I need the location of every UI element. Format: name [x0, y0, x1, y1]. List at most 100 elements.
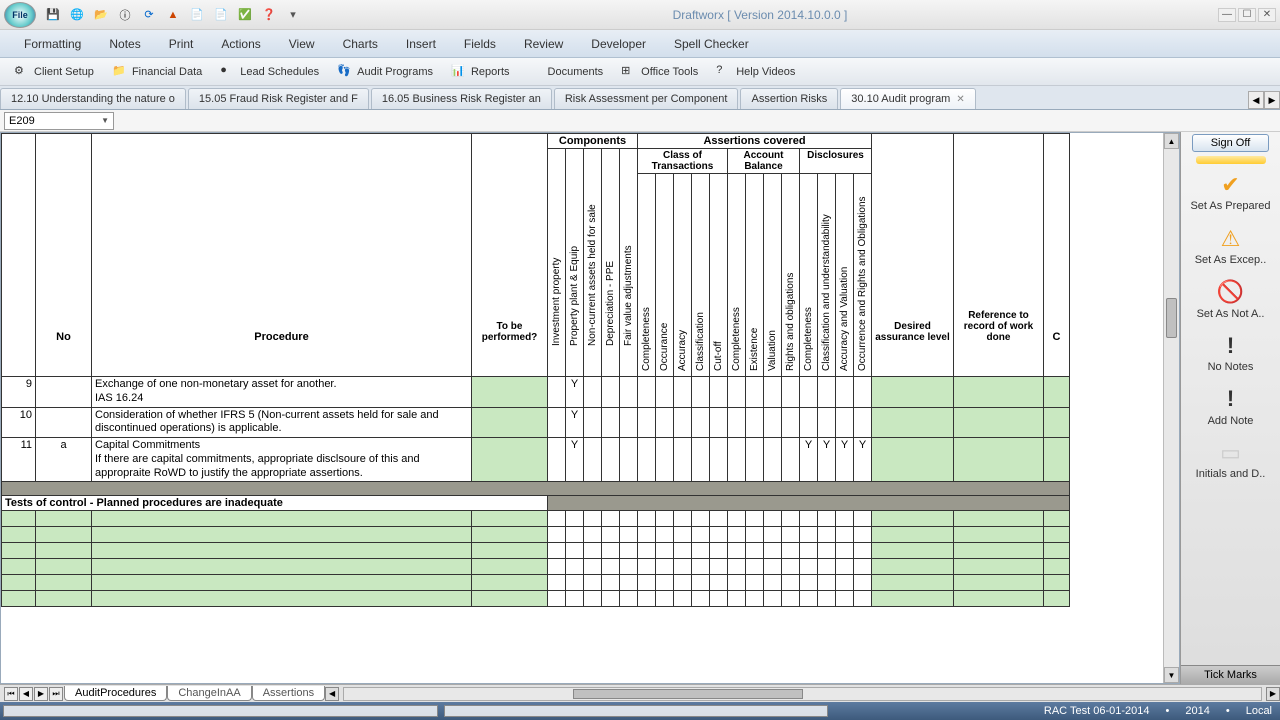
- folder-icon[interactable]: 📂: [92, 6, 110, 24]
- table-row[interactable]: [2, 591, 1070, 607]
- scroll-down-arrow[interactable]: ▼: [1164, 667, 1179, 683]
- scroll-thumb[interactable]: [1166, 298, 1177, 338]
- minimize-button[interactable]: —: [1218, 8, 1236, 22]
- doc2-icon[interactable]: 📄: [212, 6, 230, 24]
- table-row[interactable]: [2, 511, 1070, 527]
- scroll-up-arrow[interactable]: ▲: [1164, 133, 1179, 149]
- tool-client-setup[interactable]: ⚙Client Setup: [6, 61, 102, 83]
- component-cell[interactable]: [584, 377, 602, 408]
- menu-actions[interactable]: Actions: [207, 33, 274, 55]
- reference-cell[interactable]: [954, 407, 1044, 438]
- file-menu-button[interactable]: File: [4, 2, 36, 28]
- menu-developer[interactable]: Developer: [577, 33, 660, 55]
- table-row[interactable]: [2, 575, 1070, 591]
- cot-cell[interactable]: [692, 438, 710, 482]
- ab-cell[interactable]: [764, 407, 782, 438]
- menu-formatting[interactable]: Formatting: [10, 33, 95, 55]
- disc-cell[interactable]: [818, 407, 836, 438]
- sheet-nav-next[interactable]: ▶: [34, 687, 48, 701]
- ab-cell[interactable]: [764, 377, 782, 408]
- disc-cell[interactable]: [836, 407, 854, 438]
- tool-office-tools[interactable]: ⊞Office Tools: [613, 61, 706, 83]
- disc-cell[interactable]: Y: [818, 438, 836, 482]
- menu-charts[interactable]: Charts: [329, 33, 392, 55]
- ab-cell[interactable]: [746, 407, 764, 438]
- ab-cell[interactable]: [782, 438, 800, 482]
- reference-cell[interactable]: [954, 377, 1044, 408]
- component-cell[interactable]: [548, 407, 566, 438]
- doc-tab[interactable]: 15.05 Fraud Risk Register and F: [188, 88, 369, 109]
- vertical-scrollbar[interactable]: ▲ ▼: [1163, 133, 1179, 683]
- add-note-button[interactable]: ! Add Note: [1181, 380, 1280, 434]
- cell-reference-box[interactable]: E209 ▼: [4, 112, 114, 130]
- cot-cell[interactable]: [710, 438, 728, 482]
- to-be-performed-cell[interactable]: [472, 438, 548, 482]
- shield-icon[interactable]: ✅: [236, 6, 254, 24]
- component-cell[interactable]: [548, 377, 566, 408]
- cot-cell[interactable]: [638, 377, 656, 408]
- sheet-nav-first[interactable]: ⏮: [4, 687, 18, 701]
- disc-cell[interactable]: Y: [854, 438, 872, 482]
- initials-date-button[interactable]: ▭ Initials and D..: [1181, 434, 1280, 488]
- menu-review[interactable]: Review: [510, 33, 577, 55]
- component-cell[interactable]: Y: [566, 407, 584, 438]
- sheet-nav-prev[interactable]: ◀: [19, 687, 33, 701]
- close-button[interactable]: ✕: [1258, 8, 1276, 22]
- cot-cell[interactable]: [674, 438, 692, 482]
- tab-scroll-left[interactable]: ◀: [1248, 91, 1264, 109]
- menu-spell-checker[interactable]: Spell Checker: [660, 33, 763, 55]
- c-cell[interactable]: [1044, 438, 1070, 482]
- doc1-icon[interactable]: 📄: [188, 6, 206, 24]
- ab-cell[interactable]: [782, 377, 800, 408]
- info-icon[interactable]: ⓘ: [116, 6, 134, 24]
- ab-cell[interactable]: [728, 407, 746, 438]
- menu-view[interactable]: View: [275, 33, 329, 55]
- tool-audit-programs[interactable]: 👣Audit Programs: [329, 61, 441, 83]
- procedure-cell[interactable]: Exchange of one non-monetary asset for a…: [92, 377, 472, 408]
- assurance-cell[interactable]: [872, 438, 954, 482]
- chevron-down-icon[interactable]: ▼: [101, 116, 109, 125]
- disc-cell[interactable]: [854, 377, 872, 408]
- hscroll-thumb[interactable]: [573, 689, 802, 699]
- doc-tab[interactable]: Risk Assessment per Component: [554, 88, 739, 109]
- save-icon[interactable]: 💾: [44, 6, 62, 24]
- component-cell[interactable]: [548, 438, 566, 482]
- hscroll-left[interactable]: ◀: [325, 687, 339, 701]
- component-cell[interactable]: [602, 407, 620, 438]
- cot-cell[interactable]: [710, 377, 728, 408]
- ab-cell[interactable]: [728, 438, 746, 482]
- qat-dropdown-icon[interactable]: ▾: [284, 6, 302, 24]
- set-as-exception-button[interactable]: ⚠ Set As Excep..: [1181, 220, 1280, 274]
- disc-cell[interactable]: Y: [836, 438, 854, 482]
- menu-insert[interactable]: Insert: [392, 33, 450, 55]
- component-cell[interactable]: [620, 407, 638, 438]
- cot-cell[interactable]: [656, 438, 674, 482]
- doc-tab[interactable]: 12.10 Understanding the nature o: [0, 88, 186, 109]
- close-icon[interactable]: ✕: [956, 94, 964, 105]
- sign-off-button[interactable]: Sign Off: [1192, 134, 1270, 152]
- disc-cell[interactable]: [836, 377, 854, 408]
- cot-cell[interactable]: [674, 377, 692, 408]
- c-cell[interactable]: [1044, 407, 1070, 438]
- assurance-cell[interactable]: [872, 407, 954, 438]
- up-arrow-icon[interactable]: ▲: [164, 6, 182, 24]
- ab-cell[interactable]: [746, 377, 764, 408]
- tool-documents[interactable]: Documents: [520, 61, 612, 83]
- to-be-performed-cell[interactable]: [472, 407, 548, 438]
- disc-cell[interactable]: [800, 407, 818, 438]
- c-cell[interactable]: [1044, 377, 1070, 408]
- cot-cell[interactable]: [656, 407, 674, 438]
- ab-cell[interactable]: [782, 407, 800, 438]
- component-cell[interactable]: Y: [566, 438, 584, 482]
- to-be-performed-cell[interactable]: [472, 377, 548, 408]
- tool-help-videos[interactable]: ?Help Videos: [708, 61, 803, 83]
- table-row[interactable]: [2, 527, 1070, 543]
- cot-cell[interactable]: [674, 407, 692, 438]
- component-cell[interactable]: [584, 407, 602, 438]
- globe-icon[interactable]: 🌐: [68, 6, 86, 24]
- hscroll-right[interactable]: ▶: [1266, 687, 1280, 701]
- disc-cell[interactable]: [800, 377, 818, 408]
- menu-notes[interactable]: Notes: [95, 33, 154, 55]
- assurance-cell[interactable]: [872, 377, 954, 408]
- disc-cell[interactable]: [818, 377, 836, 408]
